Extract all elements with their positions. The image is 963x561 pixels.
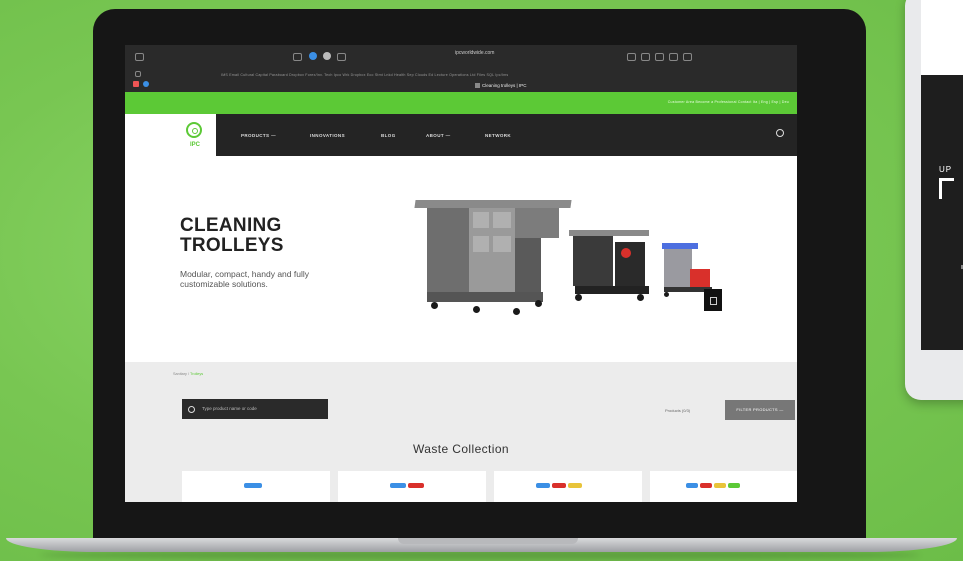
tablet-text: UP — [939, 165, 953, 174]
breadcrumb-parent[interactable]: Sanitary — [173, 372, 187, 376]
compare-products-link[interactable]: Products (0/3) — [665, 408, 690, 413]
nav-blog[interactable]: BLOG — [381, 133, 396, 138]
filter-products-button[interactable]: FILTER PRODUCTS — — [725, 400, 795, 420]
product-card[interactable] — [494, 471, 642, 502]
address-bar[interactable]: ipcworldwide.com — [455, 50, 494, 56]
section-title: Waste Collection — [413, 442, 509, 456]
bookmarks-bar[interactable]: IMS Email Cultural Capital Paraboard Dro… — [221, 73, 508, 77]
logo-icon — [186, 122, 202, 138]
product-card[interactable] — [338, 471, 486, 502]
hero-title: CLEANING TROLLEYS — [180, 215, 284, 256]
laptop-screen: ipcworldwide.com IMS Email Cultural Capi… — [125, 45, 797, 502]
nav-innovations[interactable]: INNOVATIONS — [310, 133, 345, 138]
search-icon — [188, 406, 195, 413]
extension-icon[interactable] — [323, 52, 331, 60]
history-icon[interactable] — [655, 53, 664, 61]
tablet-logo — [939, 178, 954, 199]
menu-icon[interactable] — [337, 53, 346, 61]
product-search-input[interactable]: Type product name or code — [182, 399, 328, 419]
site-logo[interactable]: IPC — [174, 114, 216, 156]
share-icon[interactable] — [627, 53, 636, 61]
hero-subtitle: Modular, compact, handy and fully custom… — [180, 269, 309, 289]
nav-about[interactable]: ABOUT — — [426, 133, 451, 138]
download-icon[interactable] — [641, 53, 650, 61]
plus-icon[interactable] — [669, 53, 678, 61]
product-card[interactable] — [182, 471, 330, 502]
tabs-icon[interactable] — [683, 53, 692, 61]
home-icon[interactable] — [293, 53, 302, 61]
breadcrumb[interactable]: Sanitary / Trolleys — [173, 372, 203, 376]
tab-title: Cleaning trolleys | IPC — [482, 83, 527, 88]
extension-icon[interactable] — [143, 81, 149, 87]
browser-toolbar: ipcworldwide.com IMS Email Cultural Capi… — [125, 45, 797, 92]
sidebar-icon[interactable] — [135, 53, 144, 61]
top-links[interactable]: Customer Area Become a Professional Cont… — [668, 100, 789, 104]
laptop-notch — [398, 538, 578, 544]
trolley-medium-image — [565, 226, 655, 316]
bookmark-sidebar-icon[interactable] — [135, 71, 141, 77]
search-icon[interactable] — [776, 129, 784, 137]
logo-text: IPC — [189, 142, 200, 148]
side-tab-button[interactable] — [704, 289, 722, 311]
nav-network[interactable]: NETWORK — [485, 133, 511, 138]
hero-section: CLEANING TROLLEYS Modular, compact, hand… — [125, 156, 797, 362]
breadcrumb-current: Trolleys — [190, 372, 204, 376]
search-placeholder: Type product name or code — [202, 406, 257, 411]
favicon-icon — [475, 83, 480, 89]
flag-icon[interactable] — [133, 81, 139, 87]
product-card[interactable] — [650, 471, 797, 502]
tablet-device: UP — [905, 0, 963, 400]
tab-active[interactable]: Cleaning trolleys | IPC — [475, 83, 527, 89]
tablet-screen: UP — [921, 0, 963, 350]
trolley-large-image — [413, 196, 573, 326]
shield-icon[interactable] — [309, 52, 317, 60]
nav-products[interactable]: PRODUCTS — — [241, 133, 276, 138]
tablet-header — [921, 0, 963, 75]
